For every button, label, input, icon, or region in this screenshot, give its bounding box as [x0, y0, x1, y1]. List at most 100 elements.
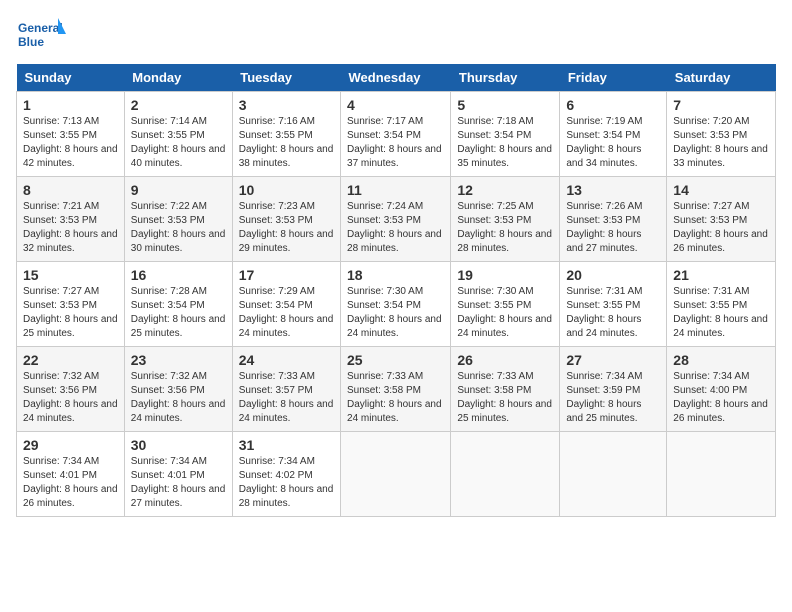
- calendar-cell: 2Sunrise: 7:14 AMSunset: 3:55 PMDaylight…: [124, 92, 232, 177]
- day-number: 17: [239, 267, 334, 283]
- day-number: 31: [239, 437, 334, 453]
- calendar-cell: 29 Sunrise: 7:34 AMSunset: 4:01 PMDayligh…: [17, 432, 125, 517]
- day-number: 8: [23, 182, 118, 198]
- day-number: 11: [347, 182, 444, 198]
- day-number: 9: [131, 182, 226, 198]
- day-info: Sunrise: 7:27 AMSunset: 3:53 PMDaylight:…: [673, 200, 769, 256]
- day-info: Sunrise: 7:23 AMSunset: 3:53 PMDaylight:…: [239, 200, 334, 256]
- calendar-cell: 10 Sunrise: 7:23 AMSunset: 3:53 PMDayligh…: [232, 177, 340, 262]
- day-number: 10: [239, 182, 334, 198]
- day-info: Sunrise: 7:34 AMSunset: 4:02 PMDaylight:…: [239, 455, 334, 511]
- day-info: Sunrise: 7:17 AMSunset: 3:54 PMDaylight:…: [347, 115, 444, 171]
- day-info: Sunrise: 7:13 AMSunset: 3:55 PMDaylight:…: [23, 115, 118, 171]
- day-number: 26: [457, 352, 553, 368]
- calendar-week-3: 15Sunrise: 7:27 AMSunset: 3:53 PMDayligh…: [17, 262, 776, 347]
- calendar-cell: 26Sunrise: 7:33 AMSunset: 3:58 PMDayligh…: [451, 347, 560, 432]
- day-info: Sunrise: 7:19 AMSunset: 3:54 PMDaylight:…: [566, 115, 660, 171]
- calendar-week-1: 1 Sunrise: 7:13 AMSunset: 3:55 PMDaylight…: [17, 92, 776, 177]
- column-header-tuesday: Tuesday: [232, 64, 340, 92]
- day-number: 18: [347, 267, 444, 283]
- day-info: Sunrise: 7:30 AMSunset: 3:54 PMDaylight:…: [347, 285, 444, 341]
- svg-text:Blue: Blue: [18, 35, 44, 49]
- day-number: 30: [131, 437, 226, 453]
- day-number: 23: [131, 352, 226, 368]
- calendar-cell: 27 Sunrise: 7:34 AMSunset: 3:59 PMDayligh…: [560, 347, 667, 432]
- day-info: Sunrise: 7:34 AMSunset: 3:59 PMDaylight:…: [566, 370, 660, 426]
- calendar-cell: 23 Sunrise: 7:32 AMSunset: 3:56 PMDayligh…: [124, 347, 232, 432]
- calendar-cell: [667, 432, 776, 517]
- calendar-cell: 14 Sunrise: 7:27 AMSunset: 3:53 PMDayligh…: [667, 177, 776, 262]
- calendar-cell: 20 Sunrise: 7:31 AMSunset: 3:55 PMDayligh…: [560, 262, 667, 347]
- column-header-wednesday: Wednesday: [341, 64, 451, 92]
- day-info: Sunrise: 7:30 AMSunset: 3:55 PMDaylight:…: [457, 285, 553, 341]
- calendar-cell: 12 Sunrise: 7:25 AMSunset: 3:53 PMDayligh…: [451, 177, 560, 262]
- calendar-cell: 11 Sunrise: 7:24 AMSunset: 3:53 PMDayligh…: [341, 177, 451, 262]
- day-info: Sunrise: 7:29 AMSunset: 3:54 PMDaylight:…: [239, 285, 334, 341]
- calendar-cell: 13Sunrise: 7:26 AMSunset: 3:53 PMDayligh…: [560, 177, 667, 262]
- calendar-cell: 15Sunrise: 7:27 AMSunset: 3:53 PMDayligh…: [17, 262, 125, 347]
- day-info: Sunrise: 7:25 AMSunset: 3:53 PMDaylight:…: [457, 200, 553, 256]
- calendar-cell: 1 Sunrise: 7:13 AMSunset: 3:55 PMDaylight…: [17, 92, 125, 177]
- day-info: Sunrise: 7:32 AMSunset: 3:56 PMDaylight:…: [23, 370, 118, 426]
- day-info: Sunrise: 7:32 AMSunset: 3:56 PMDaylight:…: [131, 370, 226, 426]
- calendar-cell: 24Sunrise: 7:33 AMSunset: 3:57 PMDayligh…: [232, 347, 340, 432]
- day-number: 22: [23, 352, 118, 368]
- svg-text:General: General: [18, 21, 63, 35]
- day-number: 1: [23, 97, 118, 113]
- day-number: 12: [457, 182, 553, 198]
- column-header-thursday: Thursday: [451, 64, 560, 92]
- column-header-friday: Friday: [560, 64, 667, 92]
- day-number: 3: [239, 97, 334, 113]
- day-info: Sunrise: 7:14 AMSunset: 3:55 PMDaylight:…: [131, 115, 226, 171]
- calendar-cell: [560, 432, 667, 517]
- calendar-table: SundayMondayTuesdayWednesdayThursdayFrid…: [16, 64, 776, 517]
- day-number: 25: [347, 352, 444, 368]
- day-number: 27: [566, 352, 660, 368]
- calendar-week-4: 22 Sunrise: 7:32 AMSunset: 3:56 PMDayligh…: [17, 347, 776, 432]
- day-number: 16: [131, 267, 226, 283]
- calendar-cell: [451, 432, 560, 517]
- day-number: 28: [673, 352, 769, 368]
- calendar-cell: 25Sunrise: 7:33 AMSunset: 3:58 PMDayligh…: [341, 347, 451, 432]
- day-number: 5: [457, 97, 553, 113]
- general-blue-svg-logo: General Blue: [16, 16, 66, 54]
- day-number: 19: [457, 267, 553, 283]
- calendar-cell: 17 Sunrise: 7:29 AMSunset: 3:54 PMDayligh…: [232, 262, 340, 347]
- calendar-header: SundayMondayTuesdayWednesdayThursdayFrid…: [17, 64, 776, 92]
- day-number: 7: [673, 97, 769, 113]
- column-header-monday: Monday: [124, 64, 232, 92]
- day-number: 21: [673, 267, 769, 283]
- day-number: 14: [673, 182, 769, 198]
- day-number: 13: [566, 182, 660, 198]
- calendar-cell: 22 Sunrise: 7:32 AMSunset: 3:56 PMDayligh…: [17, 347, 125, 432]
- day-info: Sunrise: 7:34 AMSunset: 4:01 PMDaylight:…: [131, 455, 226, 511]
- day-info: Sunrise: 7:31 AMSunset: 3:55 PMDaylight:…: [566, 285, 660, 341]
- calendar-cell: 21 Sunrise: 7:31 AMSunset: 3:55 PMDayligh…: [667, 262, 776, 347]
- calendar-cell: 16 Sunrise: 7:28 AMSunset: 3:54 PMDayligh…: [124, 262, 232, 347]
- calendar-cell: 30 Sunrise: 7:34 AMSunset: 4:01 PMDayligh…: [124, 432, 232, 517]
- calendar-cell: 7 Sunrise: 7:20 AMSunset: 3:53 PMDaylight…: [667, 92, 776, 177]
- day-info: Sunrise: 7:34 AMSunset: 4:01 PMDaylight:…: [23, 455, 118, 511]
- calendar-week-5: 29 Sunrise: 7:34 AMSunset: 4:01 PMDayligh…: [17, 432, 776, 517]
- day-number: 29: [23, 437, 118, 453]
- calendar-cell: 28Sunrise: 7:34 AMSunset: 4:00 PMDayligh…: [667, 347, 776, 432]
- header-row: SundayMondayTuesdayWednesdayThursdayFrid…: [17, 64, 776, 92]
- day-info: Sunrise: 7:18 AMSunset: 3:54 PMDaylight:…: [457, 115, 553, 171]
- day-number: 20: [566, 267, 660, 283]
- logo-row: General Blue: [16, 16, 776, 54]
- column-header-saturday: Saturday: [667, 64, 776, 92]
- day-info: Sunrise: 7:27 AMSunset: 3:53 PMDaylight:…: [23, 285, 118, 341]
- day-info: Sunrise: 7:31 AMSunset: 3:55 PMDaylight:…: [673, 285, 769, 341]
- calendar-cell: 5 Sunrise: 7:18 AMSunset: 3:54 PMDaylight…: [451, 92, 560, 177]
- calendar-cell: [341, 432, 451, 517]
- day-info: Sunrise: 7:24 AMSunset: 3:53 PMDaylight:…: [347, 200, 444, 256]
- calendar-cell: 9Sunrise: 7:22 AMSunset: 3:53 PMDaylight…: [124, 177, 232, 262]
- day-info: Sunrise: 7:28 AMSunset: 3:54 PMDaylight:…: [131, 285, 226, 341]
- day-info: Sunrise: 7:33 AMSunset: 3:57 PMDaylight:…: [239, 370, 334, 426]
- column-header-sunday: Sunday: [17, 64, 125, 92]
- calendar-cell: 18 Sunrise: 7:30 AMSunset: 3:54 PMDayligh…: [341, 262, 451, 347]
- calendar-week-2: 8Sunrise: 7:21 AMSunset: 3:53 PMDaylight…: [17, 177, 776, 262]
- day-number: 6: [566, 97, 660, 113]
- day-info: Sunrise: 7:20 AMSunset: 3:53 PMDaylight:…: [673, 115, 769, 171]
- calendar-body: 1 Sunrise: 7:13 AMSunset: 3:55 PMDaylight…: [17, 92, 776, 517]
